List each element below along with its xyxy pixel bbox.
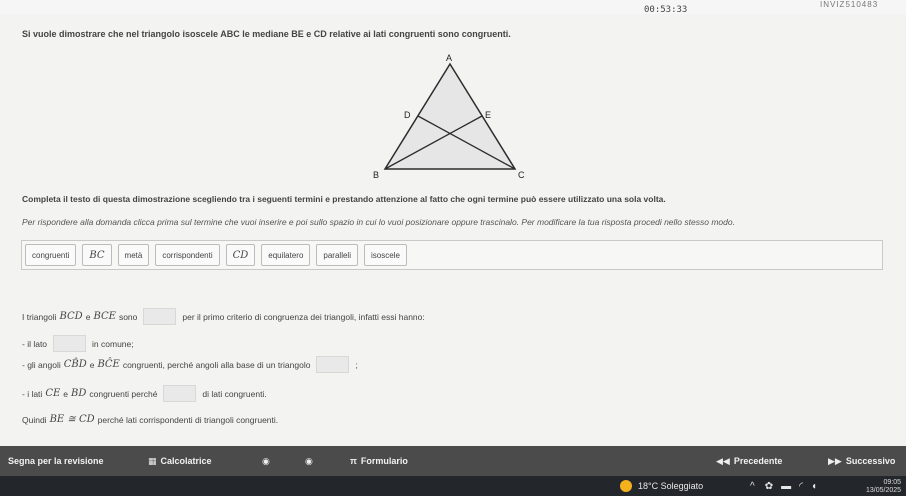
next-button[interactable]: ▶▶ Successivo [828, 446, 895, 476]
drop-slot-4[interactable] [163, 385, 197, 402]
term-meta[interactable]: metà [117, 244, 150, 266]
proof-line-3: - gli angoli CB̂D e BĈE congruenti, perc… [22, 356, 358, 373]
chevron-up-icon: ^ [750, 480, 755, 492]
timer-toggle-button[interactable]: ◉ [305, 446, 317, 476]
calculator-button[interactable]: ▦ Calcolatrice [148, 446, 212, 476]
term-isoscele[interactable]: isoscele [363, 244, 407, 266]
term-equilatero[interactable]: equilatero [261, 244, 311, 266]
weather-widget[interactable]: 18°C Soleggiato [620, 476, 703, 496]
battery-icon: ▬ [781, 480, 792, 492]
vertex-c-label: C [518, 170, 525, 180]
proof-line-5: Quindi BE ≅ CD perché lati corrispondent… [22, 414, 279, 425]
term-corrispondenti[interactable]: corrispondenti [155, 244, 220, 266]
term-paralleli[interactable]: paralleli [316, 244, 358, 266]
exam-bottom-bar: Segna per la revisione ▦ Calcolatrice ◉ … [0, 446, 906, 476]
os-taskbar: 18°C Soleggiato ^ ✿ ▬ ◜ ◖ 09:05 13/05/20… [0, 476, 906, 496]
fast-forward-icon: ▶▶ [828, 455, 842, 466]
term-cd[interactable]: CD [225, 244, 256, 266]
instruction-main: Completa il testo di questa dimostrazion… [22, 194, 666, 204]
sun-icon [620, 480, 632, 492]
instruction-help: Per rispondere alla domanda clicca prima… [22, 217, 735, 227]
calculator-icon: ▦ [148, 455, 157, 466]
term-congruenti[interactable]: congruenti [25, 244, 77, 266]
drop-slot-2[interactable] [53, 335, 87, 352]
clock-button[interactable]: ◉ [262, 446, 274, 476]
tray-icons[interactable]: ^ ✿ ▬ ◜ ◖ [750, 476, 817, 496]
exam-timer: 00:53:33 [644, 5, 688, 15]
triangle-diagram: A D E B C [373, 53, 525, 180]
proof-line-2: - il lato in comune; [22, 335, 134, 352]
review-button[interactable]: Segna per la revisione [8, 446, 104, 476]
term-bc[interactable]: BC [82, 244, 112, 266]
candidate-code: INVIZ510483 [820, 0, 879, 9]
vertex-a-label: A [446, 53, 452, 63]
pi-icon: π [350, 456, 357, 466]
point-e-label: E [485, 110, 491, 120]
drop-slot-3[interactable] [316, 356, 350, 373]
proof-line-4: - i lati CE e BD congruenti perché di la… [22, 385, 267, 402]
triangle-figure: A D E B C [365, 52, 535, 182]
clock-icon: ◉ [262, 455, 270, 466]
problem-statement: Si vuole dimostrare che nel triangolo is… [22, 29, 511, 39]
formulary-button[interactable]: π Formulario [350, 446, 408, 476]
proof-line-1: I triangoli BCD e BCE sono per il primo … [22, 308, 425, 325]
rewind-icon: ◀◀ [716, 455, 730, 466]
point-d-label: D [404, 110, 411, 120]
wifi-icon: ◜ [799, 480, 803, 492]
drop-slot-1[interactable] [143, 308, 177, 325]
tray-app-icon: ✿ [764, 480, 774, 492]
word-bank: congruenti BC metà corrispondenti CD equ… [21, 240, 883, 270]
volume-icon: ◖ [810, 480, 818, 492]
top-strip [0, 0, 906, 14]
timer-icon: ◉ [305, 455, 313, 466]
previous-button[interactable]: ◀◀ Precedente [716, 446, 782, 476]
vertex-b-label: B [373, 170, 379, 180]
taskbar-clock[interactable]: 09:05 13/05/2025 [866, 479, 901, 495]
